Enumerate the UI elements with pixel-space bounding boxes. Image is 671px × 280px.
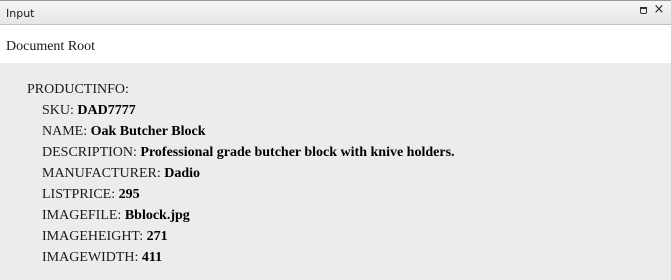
tree-node-productinfo[interactable]: PRODUCTINFO: — [27, 82, 129, 98]
input-panel: Input × Document Root PRODUCTINFO: SKU: … — [0, 0, 671, 280]
tree-field-imagewidth[interactable]: IMAGEWIDTH: 411 — [42, 250, 162, 266]
document-root-label: Document Root — [6, 39, 96, 54]
field-value: Dadio — [164, 166, 201, 181]
tree-field-description[interactable]: DESCRIPTION: Professional grade butcher … — [42, 145, 455, 161]
field-key: DESCRIPTION: — [42, 145, 137, 160]
tree-field-imagefile[interactable]: IMAGEFILE: Bblock.jpg — [42, 208, 190, 224]
field-key: NAME: — [42, 124, 88, 139]
field-key: IMAGEFILE: — [42, 208, 122, 223]
field-value: 271 — [146, 229, 168, 244]
field-value: 295 — [118, 187, 140, 202]
tree-field-listprice[interactable]: LISTPRICE: 295 — [42, 187, 140, 203]
tree-field-imageheight[interactable]: IMAGEHEIGHT: 271 — [42, 229, 168, 245]
field-key: LISTPRICE: — [42, 187, 116, 202]
tree-field-sku[interactable]: SKU: DAD7777 — [42, 103, 136, 119]
panel-titlebar: Input × — [0, 1, 671, 25]
field-key: MANUFACTURER: — [42, 166, 161, 181]
field-value: Bblock.jpg — [124, 208, 190, 223]
tree-field-manufacturer[interactable]: MANUFACTURER: Dadio — [42, 166, 200, 182]
panel-title: Input — [6, 7, 35, 20]
field-value: 411 — [141, 250, 163, 265]
field-key: IMAGEHEIGHT: — [42, 229, 144, 244]
tree-field-name[interactable]: NAME: Oak Butcher Block — [42, 124, 206, 140]
tree-content: PRODUCTINFO: SKU: DAD7777 NAME: Oak Butc… — [0, 63, 671, 280]
close-icon[interactable]: × — [653, 3, 665, 17]
field-value: Professional grade butcher block with kn… — [140, 145, 455, 160]
restore-window-icon[interactable] — [638, 5, 650, 17]
field-value: Oak Butcher Block — [90, 124, 206, 139]
field-key: IMAGEWIDTH: — [42, 250, 139, 265]
document-root-bar: Document Root — [0, 25, 671, 63]
field-value: DAD7777 — [77, 103, 136, 118]
field-key: SKU: — [42, 103, 74, 118]
